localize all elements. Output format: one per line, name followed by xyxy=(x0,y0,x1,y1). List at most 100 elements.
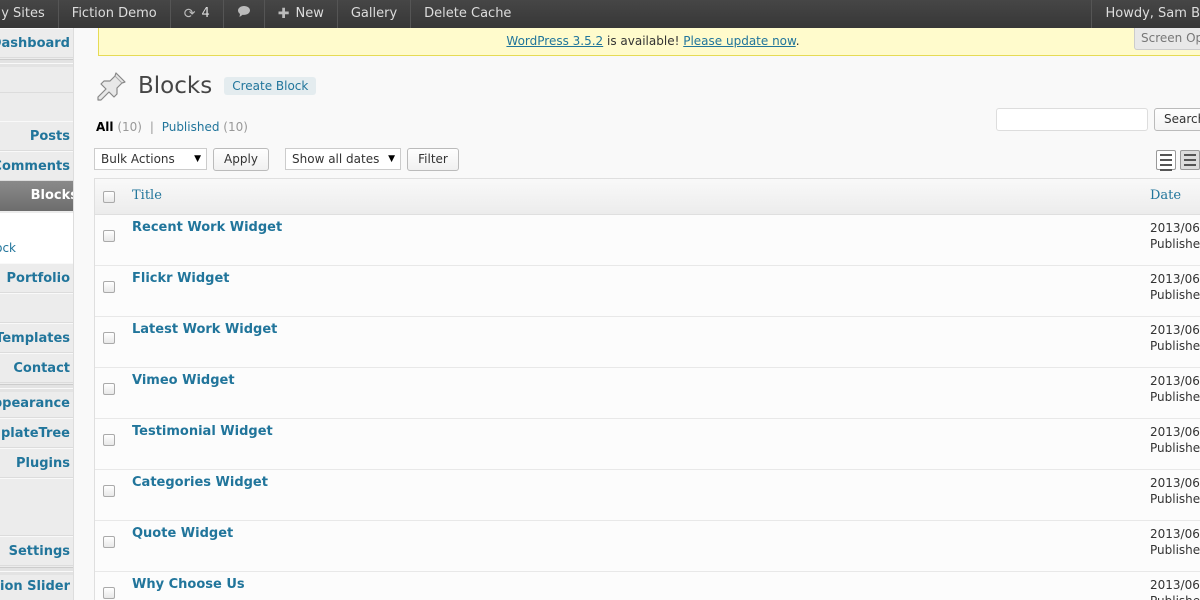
row-date-value: 2013/06 xyxy=(1150,425,1200,439)
row-date: 2013/06Published xyxy=(1150,526,1200,558)
sidebar-subitem-add-block[interactable]: Add New Block xyxy=(0,235,73,263)
row-title-link[interactable]: Quote Widget xyxy=(132,526,233,541)
row-status: Published xyxy=(1150,492,1200,506)
row-date: 2013/06Published xyxy=(1150,577,1200,600)
table-row: Recent Work Widget 2013/06 Published xyxy=(95,215,1200,266)
updates-count: 4 xyxy=(201,6,210,21)
bulk-actions-select[interactable]: Bulk Actions ▼ xyxy=(94,148,207,170)
list-view-icon[interactable] xyxy=(1156,150,1176,171)
row-checkbox[interactable] xyxy=(103,230,115,242)
new-content-menu[interactable]: ✚ New xyxy=(265,0,338,28)
speech-bubble-icon xyxy=(237,0,251,28)
row-date: 2013/06 Published xyxy=(1150,373,1200,405)
filter-separator: | xyxy=(149,120,154,134)
sidebar-item-blocks[interactable]: Blocks xyxy=(0,181,73,211)
table-row: Quote Widget 2013/06 Published xyxy=(95,521,1200,572)
dates-select[interactable]: Show all dates ▼ xyxy=(285,148,401,170)
row-title-link[interactable]: Flickr Widget xyxy=(132,271,230,286)
filter-all-link[interactable]: All xyxy=(96,120,114,134)
dropdown-arrow-icon: ▼ xyxy=(388,154,395,164)
row-checkbox[interactable] xyxy=(103,536,115,548)
status-filter-links: All (10) | Published (10) xyxy=(96,120,248,134)
comments-menu[interactable] xyxy=(224,0,265,28)
row-status: Published xyxy=(1150,593,1200,600)
plus-icon: ✚ xyxy=(277,6,290,22)
row-title-link[interactable]: Recent Work Widget xyxy=(132,220,282,235)
sidebar-item-plugins[interactable]: Plugins xyxy=(0,448,73,478)
date-column-header[interactable]: Date xyxy=(1150,188,1181,203)
row-date-value: 2013/06 xyxy=(1150,272,1200,286)
row-date: 2013/06Published xyxy=(1150,322,1200,354)
sidebar-item-revolution-slider[interactable]: Revolution Slider xyxy=(0,571,73,600)
search-button[interactable]: Search Blocks xyxy=(1154,108,1200,131)
sidebar-item-templates[interactable]: Templates xyxy=(0,323,73,353)
sidebar-item-templatetree[interactable]: TemplateTree xyxy=(0,418,73,448)
row-title-link[interactable]: Categories Widget xyxy=(132,475,268,490)
table-row: Testimonial Widget 2013/06 Published xyxy=(95,419,1200,470)
row-title-link[interactable]: Latest Work Widget xyxy=(132,322,277,337)
row-checkbox[interactable] xyxy=(103,587,115,599)
sidebar-item-portfolio[interactable]: Portfolio xyxy=(0,263,73,293)
delete-cache-menu[interactable]: Delete Cache xyxy=(411,0,524,28)
table-row: Why Choose Us 2013/06Published xyxy=(95,572,1200,600)
update-notice: WordPress 3.5.2 is available! Please upd… xyxy=(98,28,1200,56)
admin-bar: My Sites Fiction Demo ⟳4 ✚New Gallery De… xyxy=(0,0,1200,28)
notice-text: is available! xyxy=(603,34,684,48)
page-title: Blocks xyxy=(138,73,213,99)
row-date-value: 2013/06 xyxy=(1150,374,1200,388)
notice-end: . xyxy=(795,34,800,48)
site-name-menu[interactable]: Fiction Demo xyxy=(59,0,171,28)
row-checkbox[interactable] xyxy=(103,434,115,446)
select-all-checkbox[interactable] xyxy=(103,191,115,203)
wordpress-version-link[interactable]: WordPress 3.5.2 xyxy=(506,34,603,48)
blocks-table: Title Date Recent Work Widget 2013/06 Publ… xyxy=(94,178,1200,600)
row-date: 2013/06 Published xyxy=(1150,475,1200,507)
row-date-value: 2013/06 xyxy=(1150,476,1200,490)
row-checkbox[interactable] xyxy=(103,485,115,497)
row-status: Published xyxy=(1150,543,1200,557)
my-sites-menu[interactable]: My Sites xyxy=(0,0,59,28)
sidebar-item-dashboard[interactable]: Dashboard xyxy=(0,28,73,58)
row-title-link[interactable]: Vimeo Widget xyxy=(132,373,235,388)
sidebar-item-appearance[interactable]: Appearance xyxy=(0,388,73,418)
row-title-link[interactable]: Testimonial Widget xyxy=(132,424,273,439)
filter-published-link[interactable]: Published xyxy=(162,120,220,134)
excerpt-view-icon[interactable] xyxy=(1180,150,1200,170)
row-checkbox[interactable] xyxy=(103,383,115,395)
howdy-label: Howdy, Sam B xyxy=(1105,6,1200,21)
row-title-link[interactable]: Why Choose Us xyxy=(132,577,245,592)
delete-cache-label: Delete Cache xyxy=(424,6,512,21)
sidebar-item-media[interactable] xyxy=(0,63,73,93)
sidebar-item-blank[interactable] xyxy=(0,293,73,323)
screen-options-button[interactable]: Screen Options xyxy=(1134,28,1200,50)
my-account-menu[interactable]: Howdy, Sam B xyxy=(1091,0,1200,28)
sidebar-item-users[interactable] xyxy=(0,478,73,536)
row-checkbox[interactable] xyxy=(103,332,115,344)
gallery-menu[interactable]: Gallery xyxy=(338,0,412,28)
table-body: Recent Work Widget2013/06PublishedFlickr… xyxy=(95,215,1200,600)
table-row: Flickr Widget 2013/06 Published xyxy=(95,266,1200,317)
row-status: Published xyxy=(1150,390,1200,404)
row-checkbox[interactable] xyxy=(103,281,115,293)
table-header: Title Date xyxy=(95,179,1200,215)
row-status: Published xyxy=(1150,237,1200,251)
dropdown-arrow-icon: ▼ xyxy=(194,154,201,164)
site-name-label: Fiction Demo xyxy=(71,6,157,21)
apply-button[interactable]: Apply xyxy=(213,148,269,171)
table-row: Categories Widget 2013/06 Published xyxy=(95,470,1200,521)
create-block-button[interactable]: Create Block xyxy=(224,77,317,95)
table-row: Latest Work Widget 2013/06 Published xyxy=(95,317,1200,368)
row-status: Published xyxy=(1150,339,1200,353)
title-column-header[interactable]: Title xyxy=(132,188,162,203)
sidebar-item-comments[interactable]: Comments xyxy=(0,151,73,181)
row-date: 2013/06Published xyxy=(1150,220,1200,252)
sidebar-item-posts[interactable]: Posts xyxy=(0,121,73,151)
filter-all-count: (10) xyxy=(117,120,142,134)
update-now-link[interactable]: Please update now xyxy=(683,34,796,48)
updates-menu[interactable]: ⟳ 4 xyxy=(171,0,224,28)
sidebar-item-settings[interactable]: Settings xyxy=(0,536,73,566)
sidebar-item-contact[interactable]: Contact xyxy=(0,353,73,383)
page-heading: Blocks Create Block xyxy=(96,70,317,102)
search-input[interactable] xyxy=(996,108,1148,131)
filter-button[interactable]: Filter xyxy=(407,148,459,171)
